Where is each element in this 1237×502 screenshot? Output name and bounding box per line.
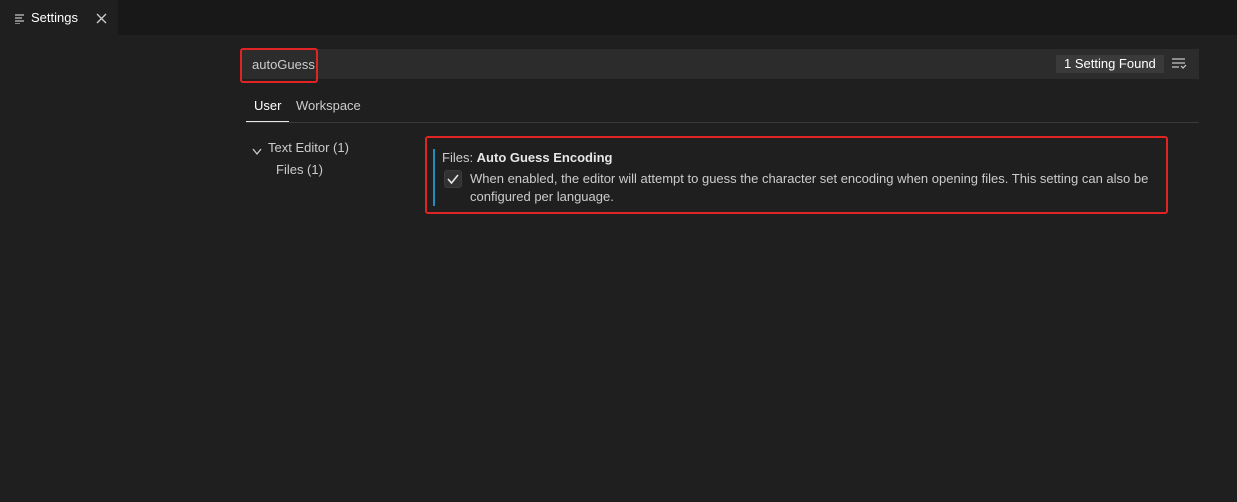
search-highlight-box bbox=[240, 48, 318, 83]
tab-label: Settings bbox=[31, 10, 78, 25]
tab-user[interactable]: User bbox=[245, 98, 291, 122]
scope-tabs: User Workspace bbox=[245, 92, 1199, 123]
settings-search-bar: 1 Setting Found bbox=[242, 49, 1199, 79]
toc-item-files[interactable]: Files (1) bbox=[276, 162, 323, 177]
search-input[interactable] bbox=[248, 49, 852, 79]
close-icon[interactable] bbox=[96, 12, 107, 24]
chevron-down-icon bbox=[252, 144, 262, 156]
toc-item-label: Text Editor (1) bbox=[268, 140, 349, 155]
result-count-badge: 1 Setting Found bbox=[1056, 55, 1164, 73]
settings-list-icon bbox=[15, 12, 25, 25]
setting-highlight-box bbox=[425, 136, 1168, 214]
editor-tab-bar: Settings bbox=[0, 0, 1237, 35]
filter-icon[interactable] bbox=[1171, 57, 1187, 71]
tab-workspace[interactable]: Workspace bbox=[296, 98, 361, 120]
tab-settings[interactable]: Settings bbox=[0, 0, 118, 35]
